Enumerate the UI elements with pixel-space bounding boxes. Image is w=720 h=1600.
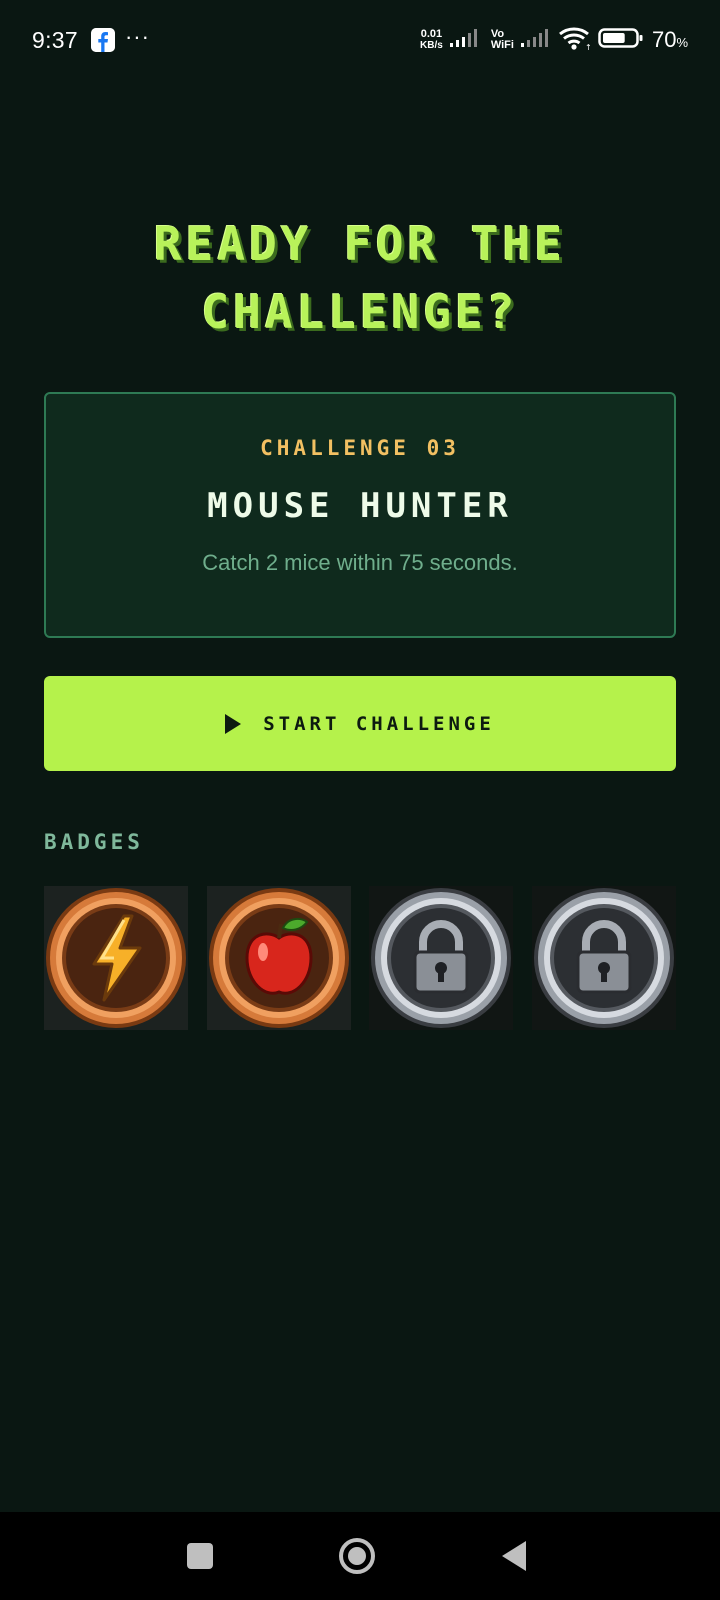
status-time: 9:37 (32, 26, 78, 53)
apple-icon (208, 888, 349, 1028)
padlock-icon (371, 888, 512, 1028)
challenge-description: Catch 2 mice within 75 seconds. (202, 550, 518, 575)
challenge-name: MOUSE HUNTER (207, 486, 513, 526)
network-speed-unit: KB/s (420, 40, 443, 51)
padlock-icon (533, 888, 674, 1028)
battery-percent: 70% (652, 27, 688, 53)
vowifi-label: Vo WiFi (491, 29, 514, 51)
back-button[interactable] (474, 1512, 554, 1600)
challenge-number: CHALLENGE 03 (260, 436, 460, 460)
headline-line-2: CHALLENGE? (201, 285, 519, 339)
badge-locked-1[interactable] (369, 886, 514, 1030)
status-bar: 9:37 ··· 0.01 KB/s Vo WiFi ↑ 70% (0, 0, 720, 80)
network-speed-value: 0.01 (420, 28, 443, 40)
signal-icon-2 (520, 27, 552, 54)
battery-percent-value: 70 (651, 27, 677, 52)
back-triangle-icon (502, 1541, 526, 1571)
badges-heading: BADGES (44, 830, 144, 854)
headline-line-1: READY FOR THE (153, 217, 567, 271)
play-icon (225, 713, 242, 734)
headline: READY FOR THE CHALLENGE? (0, 210, 720, 346)
network-speed: 0.01 KB/s (420, 28, 443, 52)
more-dots-icon: ··· (124, 24, 150, 49)
badge-apple[interactable] (206, 886, 351, 1030)
recents-button[interactable] (160, 1512, 240, 1600)
wifi-label: WiFi (490, 39, 514, 51)
status-indicators: 0.01 KB/s Vo WiFi ↑ 70% (420, 25, 688, 56)
battery-percent-sign: % (676, 35, 688, 50)
home-button[interactable] (317, 1512, 397, 1600)
badges-row (44, 886, 676, 1030)
challenge-card: CHALLENGE 03 MOUSE HUNTER Catch 2 mice w… (44, 392, 676, 638)
system-nav-bar (0, 1512, 720, 1600)
svg-text:↑: ↑ (585, 43, 592, 51)
signal-icon (449, 27, 481, 54)
home-circle-icon (339, 1538, 375, 1574)
recents-square-icon (187, 1543, 213, 1569)
lightning-bolt-icon (46, 888, 186, 1028)
badge-lightning[interactable] (44, 886, 188, 1030)
badge-locked-2[interactable] (531, 886, 676, 1030)
battery-icon (598, 27, 644, 54)
wifi-icon: ↑ (558, 25, 592, 56)
start-challenge-label: START CHALLENGE (263, 712, 495, 735)
start-challenge-button[interactable]: START CHALLENGE (44, 676, 676, 771)
facebook-icon (90, 28, 115, 52)
